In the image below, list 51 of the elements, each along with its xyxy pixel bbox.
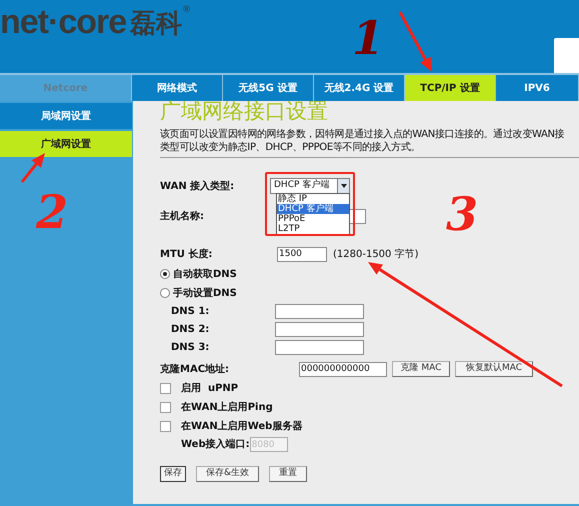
description-text: 该页面可以设置因特网的网络参数，因特网是通过接入点的WAN接口连接的。通过改变WAN接 <box>160 128 566 141</box>
field-label: DNS 1: <box>171 305 210 319</box>
checkbox[interactable] <box>160 402 171 412</box>
field-label: DNS 2: <box>171 323 210 337</box>
checkbox-label: 在WAN上启用Ping <box>181 400 273 414</box>
checkbox[interactable] <box>160 420 171 432</box>
checkbox-label: 启用 uPNP <box>181 381 238 396</box>
logo-text: net·core <box>0 2 126 42</box>
radio-label: 自动获取DNS <box>173 268 237 282</box>
mac-button[interactable]: 克隆 MAC <box>392 361 450 377</box>
checkbox[interactable] <box>160 382 171 394</box>
field-label: WAN 接入类型: <box>160 180 236 194</box>
dns-field[interactable] <box>275 304 364 319</box>
dropdown-option[interactable]: PPPoE <box>277 214 349 224</box>
form-button[interactable]: 重置 <box>269 466 308 482</box>
sidebar-title: Netcore <box>0 75 132 101</box>
logo-chinese: 磊科 <box>130 8 182 41</box>
radio-label: 手动设置DNS <box>173 286 237 300</box>
mac-button[interactable]: 恢复默认MAC <box>455 361 533 377</box>
nav-tab[interactable]: TCP/IP 设置 <box>405 75 496 101</box>
banner-graphic <box>554 38 579 73</box>
page-title: 广域网络接口设置 <box>160 98 329 124</box>
dropdown-option[interactable]: L2TP <box>277 224 349 234</box>
annotation-arrow <box>398 11 432 72</box>
form-button[interactable]: 保存&生效 <box>196 466 260 482</box>
mtu-range-hint: (1280-1500 字节) <box>333 248 418 262</box>
checkbox-label: 在WAN上启用Web服务器 <box>181 419 302 434</box>
dropdown-caret-icon <box>337 179 349 193</box>
annotation-number: 3 <box>446 188 478 240</box>
wan-type-select[interactable]: DHCP 客户端 <box>270 178 350 194</box>
mac-address-field[interactable]: 000000000000 <box>299 362 387 376</box>
field-label: Web接入端口: <box>181 438 250 452</box>
description-text: 类型可以改变为静态IP、DHCP、PPPOE等不同的接入方式。 <box>160 141 422 154</box>
dns-field[interactable] <box>275 322 364 337</box>
annotation-number: 2 <box>36 186 68 238</box>
dropdown-option[interactable]: DHCP 客户端 <box>277 204 349 214</box>
dns-field[interactable] <box>275 340 364 355</box>
dropdown-option[interactable]: 静态 IP <box>277 194 349 204</box>
field-label: 克隆MAC地址: <box>160 362 230 376</box>
mtu-field[interactable]: 1500 <box>277 246 327 262</box>
field-label: DNS 3: <box>171 341 210 355</box>
sidebar-item[interactable]: 广域网设置 <box>0 131 132 157</box>
sidebar-item[interactable]: 局域网设置 <box>0 103 132 129</box>
annotation-number: 1 <box>352 12 384 64</box>
field-label: MTU 长度: <box>160 247 214 262</box>
radio-button[interactable] <box>160 288 170 298</box>
radio-button[interactable] <box>160 269 170 279</box>
registered-mark: ® <box>182 4 192 17</box>
field-label: 主机名称: <box>160 209 205 224</box>
annotation-arrow <box>20 153 45 183</box>
form-button[interactable]: 保存 <box>160 466 186 482</box>
